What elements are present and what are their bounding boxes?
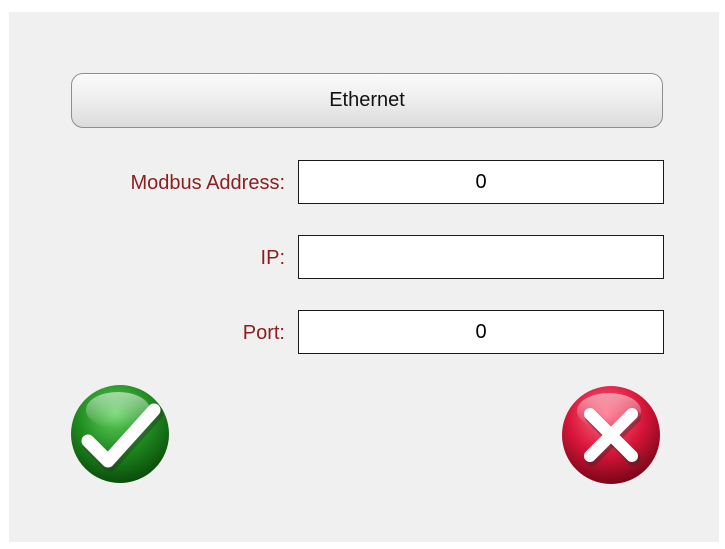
modbus-address-label: Modbus Address: bbox=[130, 172, 285, 194]
port-label: Port: bbox=[242, 322, 285, 344]
port-input[interactable] bbox=[298, 310, 664, 354]
modbus-address-input[interactable] bbox=[298, 160, 664, 204]
close-icon bbox=[562, 386, 660, 484]
cancel-button[interactable] bbox=[561, 385, 661, 485]
ethernet-mode-button[interactable]: Ethernet bbox=[71, 73, 663, 128]
ethernet-settings-dialog: Ethernet Modbus Address: IP: Port: bbox=[9, 12, 719, 542]
confirm-button[interactable] bbox=[70, 384, 170, 484]
ip-label: IP: bbox=[260, 247, 285, 269]
ip-input[interactable] bbox=[298, 235, 664, 279]
checkmark-icon bbox=[71, 385, 169, 483]
ethernet-mode-label: Ethernet bbox=[329, 89, 405, 111]
